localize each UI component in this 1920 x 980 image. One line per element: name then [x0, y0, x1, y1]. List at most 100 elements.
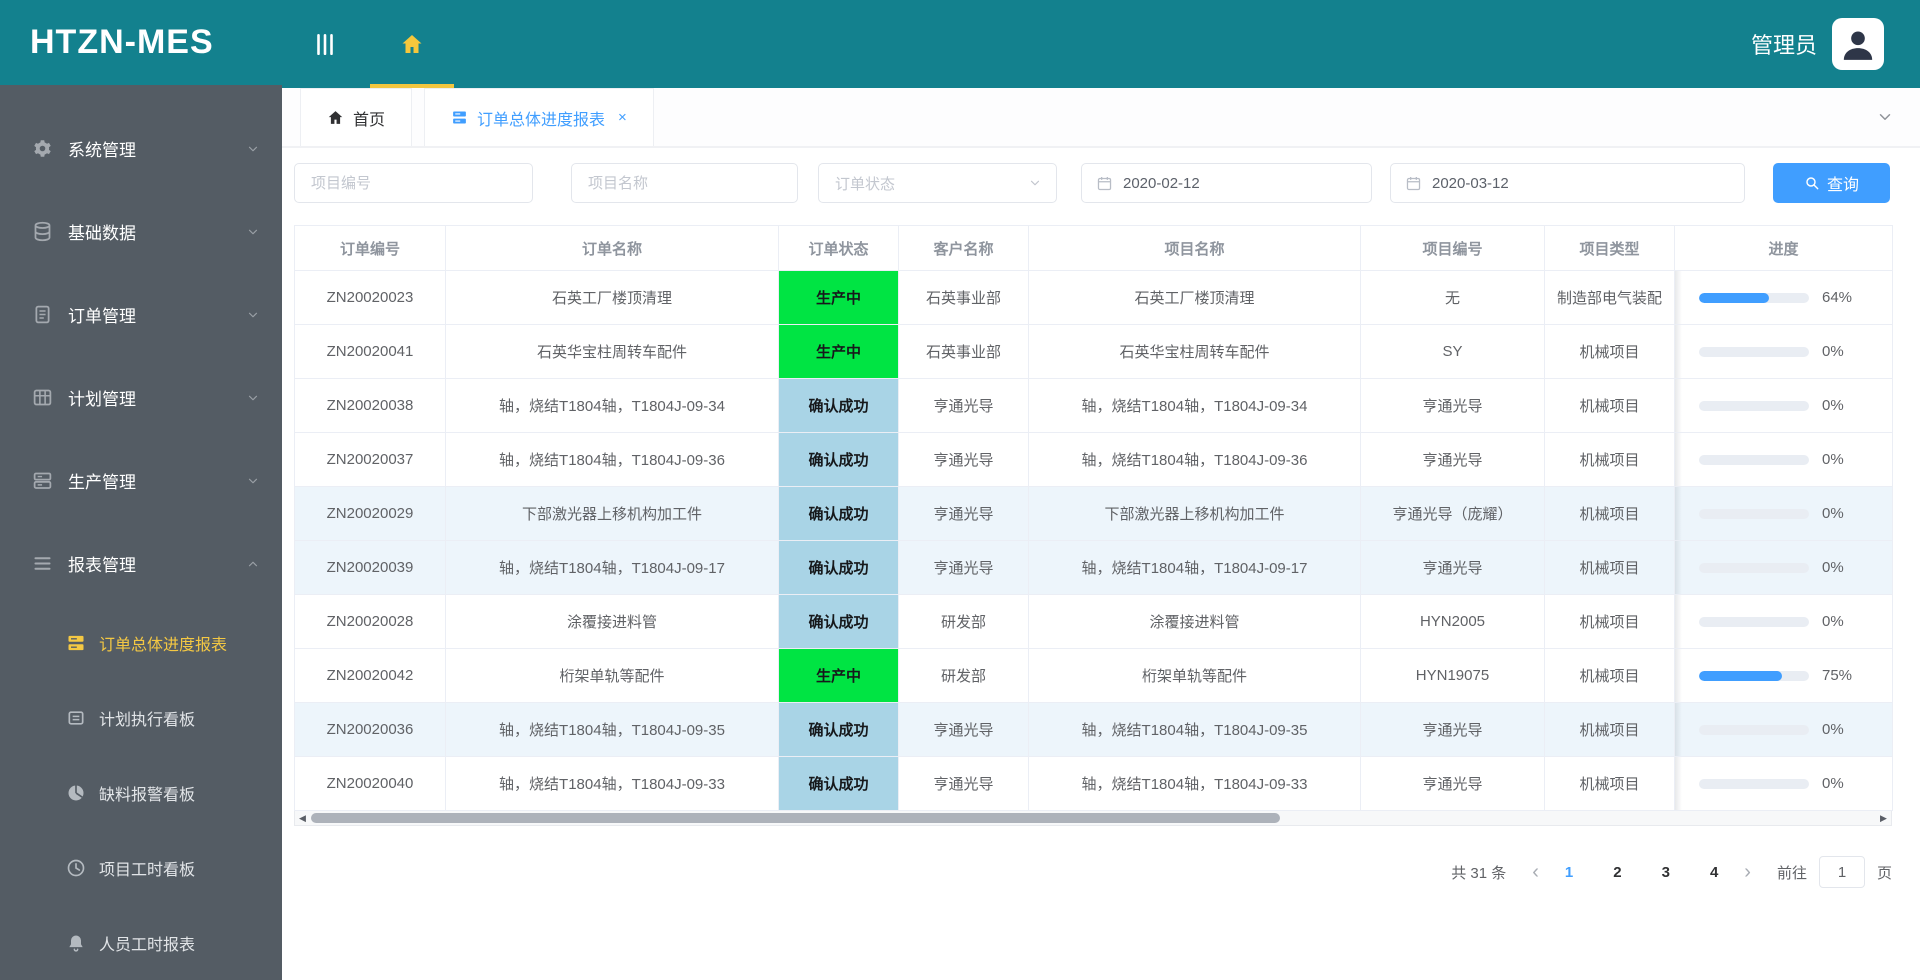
- cell-order-name: 桁架单轨等配件: [445, 648, 779, 703]
- cell-customer: 研发部: [898, 648, 1029, 703]
- next-page-icon[interactable]: ›: [1744, 862, 1751, 882]
- cell-project-no: 亨通光导: [1360, 702, 1545, 757]
- scroll-left-arrow-icon[interactable]: ◀: [295, 812, 310, 825]
- cell-order-status: 确认成功: [778, 432, 899, 487]
- page-unit-label: 页: [1876, 864, 1892, 882]
- progress-track: [1699, 670, 1809, 681]
- sidebar-menu-item[interactable]: 生产管理: [0, 439, 282, 522]
- collapse-menu-icon[interactable]: [312, 30, 338, 58]
- cell-progress: 0%: [1674, 324, 1893, 379]
- cell-order-name: 轴，烧结T1804轴，T1804J-09-34: [445, 378, 779, 433]
- cell-customer: 亨通光导: [898, 756, 1029, 811]
- topbar-user-area: 管理员: [1751, 18, 1920, 70]
- progress-bar: 0%: [1676, 451, 1892, 468]
- scrollbar-thumb[interactable]: [311, 813, 1280, 823]
- project-no-input[interactable]: [294, 163, 533, 203]
- table-row: ZN20020036 轴，烧结T1804轴，T1804J-09-35 确认成功 …: [294, 702, 1893, 757]
- progress-track: [1699, 724, 1809, 735]
- cell-customer: 亨通光导: [898, 540, 1029, 595]
- sidebar-submenu-item[interactable]: 人员工时报表: [0, 905, 282, 980]
- project-name-input[interactable]: [571, 163, 798, 203]
- avatar[interactable]: [1832, 18, 1884, 70]
- prev-page-icon[interactable]: ‹: [1532, 862, 1539, 882]
- cell-project-type: 机械项目: [1544, 486, 1675, 541]
- search-icon: [1806, 177, 1819, 190]
- cell-order-no: ZN20020036: [294, 702, 446, 757]
- chevron-down-icon: [246, 142, 260, 156]
- table-row: ZN20020023 石英工厂楼顶清理 生产中 石英事业部 石英工厂楼顶清理 无…: [294, 270, 1893, 325]
- cell-order-no: ZN20020037: [294, 432, 446, 487]
- progress-track: [1699, 562, 1809, 573]
- cell-order-name: 轴，烧结T1804轴，T1804J-09-35: [445, 702, 779, 757]
- table-row: ZN20020029 下部激光器上移机构加工件 确认成功 亨通光导 下部激光器上…: [294, 486, 1893, 541]
- table-row: ZN20020040 轴，烧结T1804轴，T1804J-09-33 确认成功 …: [294, 756, 1893, 811]
- cell-project-no: 无: [1360, 270, 1545, 325]
- chevron-down-icon: [246, 225, 260, 239]
- sidebar-menu-item[interactable]: 基础数据: [0, 190, 282, 273]
- progress-fill: [1699, 292, 1770, 303]
- app-logo: HTZN-MES: [0, 0, 282, 85]
- sidebar-item-label: 计划管理: [68, 390, 136, 409]
- page-number[interactable]: 4: [1710, 864, 1718, 881]
- scroll-right-arrow-icon[interactable]: ▶: [1876, 812, 1891, 825]
- cell-customer: 亨通光导: [898, 378, 1029, 433]
- horizontal-scrollbar[interactable]: ◀ ▶: [294, 811, 1892, 826]
- tabs-dropdown-chevron-icon[interactable]: [1876, 108, 1894, 126]
- table-row: ZN20020039 轴，烧结T1804轴，T1804J-09-17 确认成功 …: [294, 540, 1893, 595]
- tab[interactable]: 订单总体进度报表 ×: [424, 88, 654, 146]
- page-number[interactable]: 1: [1565, 864, 1573, 881]
- cell-project-name: 石英工厂楼顶清理: [1028, 270, 1361, 325]
- user-name[interactable]: 管理员: [1751, 28, 1817, 60]
- cell-project-no: HYN2005: [1360, 594, 1545, 649]
- chevron-down-icon: [246, 474, 260, 488]
- sidebar-menu-item[interactable]: 系统管理: [0, 107, 282, 190]
- table-column-header: 项目名称: [1028, 225, 1361, 271]
- sidebar-menu-item[interactable]: 报表管理: [0, 522, 282, 605]
- cell-order-status: 确认成功: [778, 540, 899, 595]
- date-from-value: 2020-02-12: [1123, 174, 1200, 192]
- cell-project-name: 轴，烧结T1804轴，T1804J-09-36: [1028, 432, 1361, 487]
- progress-track: [1699, 616, 1809, 627]
- home-button[interactable]: [370, 0, 454, 88]
- table-row: ZN20020037 轴，烧结T1804轴，T1804J-09-36 确认成功 …: [294, 432, 1893, 487]
- cell-progress: 75%: [1674, 648, 1893, 703]
- progress-label: 0%: [1822, 559, 1844, 576]
- sidebar-submenu-item[interactable]: 项目工时看板: [0, 830, 282, 905]
- order-status-placeholder: 订单状态: [835, 175, 896, 193]
- cell-progress: 64%: [1674, 270, 1893, 325]
- cell-order-name: 下部激光器上移机构加工件: [445, 486, 779, 541]
- goto-page-input[interactable]: [1818, 856, 1865, 888]
- tab-bar: 首页 订单总体进度报表 ×: [282, 88, 1920, 148]
- tab[interactable]: 首页: [300, 88, 413, 146]
- search-button[interactable]: 查询: [1773, 163, 1890, 203]
- sidebar-menu-item[interactable]: 订单管理: [0, 273, 282, 356]
- sidebar-submenu-item[interactable]: 订单总体进度报表: [0, 605, 282, 680]
- main-area: 管理员 首页 订单总体进度报表 × 项目编号 项目名称 订单状态 2020-02…: [282, 0, 1920, 980]
- cell-project-name: 轴，烧结T1804轴，T1804J-09-35: [1028, 702, 1361, 757]
- goto-label: 前往: [1776, 864, 1807, 882]
- cell-order-no: ZN20020041: [294, 324, 446, 379]
- progress-label: 0%: [1822, 505, 1844, 522]
- cell-order-name: 轴，烧结T1804轴，T1804J-09-36: [445, 432, 779, 487]
- sidebar-submenu-item[interactable]: 计划执行看板: [0, 680, 282, 755]
- cell-project-type: 机械项目: [1544, 594, 1675, 649]
- page-number[interactable]: 3: [1662, 864, 1670, 881]
- progress-bar: 64%: [1676, 289, 1892, 306]
- progress-label: 0%: [1822, 721, 1844, 738]
- date-from-picker[interactable]: 2020-02-12: [1081, 163, 1372, 203]
- cell-project-name: 石英华宝柱周转车配件: [1028, 324, 1361, 379]
- sidebar-menu-item[interactable]: 计划管理: [0, 356, 282, 439]
- sidebar: HTZN-MES 系统管理 基础数据 订单管理 计划管理 生产管理 报表管理 订…: [0, 0, 282, 980]
- date-to-picker[interactable]: 2020-03-12: [1390, 163, 1745, 203]
- sidebar-submenu-item[interactable]: 缺料报警看板: [0, 755, 282, 830]
- progress-report-icon: [66, 633, 86, 653]
- close-icon[interactable]: ×: [618, 109, 627, 126]
- table-row: ZN20020041 石英华宝柱周转车配件 生产中 石英事业部 石英华宝柱周转车…: [294, 324, 1893, 379]
- cell-project-name: 轴，烧结T1804轴，T1804J-09-17: [1028, 540, 1361, 595]
- progress-fill: [1699, 670, 1782, 681]
- page-number[interactable]: 2: [1613, 864, 1621, 881]
- order-status-select[interactable]: 订单状态: [818, 163, 1057, 203]
- date-to-value: 2020-03-12: [1432, 174, 1509, 192]
- content: 订单状态 2020-02-12 2020-03-12: [282, 148, 1920, 980]
- cell-order-status: 确认成功: [778, 378, 899, 433]
